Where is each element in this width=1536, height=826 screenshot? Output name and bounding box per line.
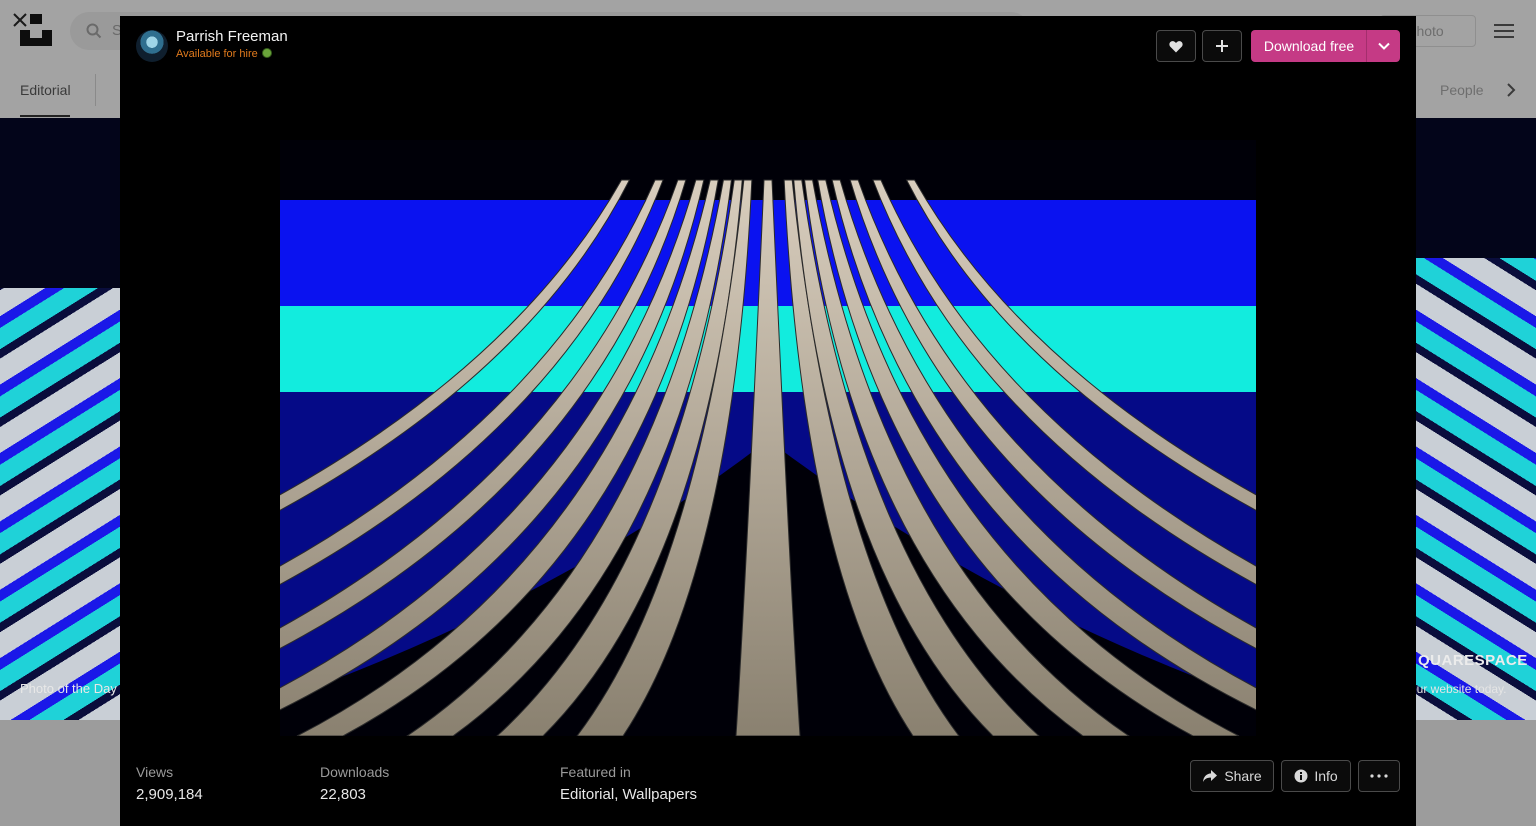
featured-list: Editorial, Wallpapers [560,786,697,803]
tab-divider [95,74,96,106]
plus-icon [1216,40,1228,52]
author-name[interactable]: Parrish Freeman [176,28,288,45]
photo-of-the-day-caption[interactable]: Photo of the Day [20,681,117,696]
download-options-button[interactable] [1366,30,1400,62]
sponsor-brand[interactable]: QUARESPACE [1418,652,1528,669]
hamburger-icon[interactable] [1494,24,1514,38]
hire-badge-icon [261,48,272,58]
featured-label: Featured in [560,764,631,780]
share-label: Share [1224,768,1262,784]
downloads-value: 22,803 [320,786,366,803]
hire-status[interactable]: Available for hire [176,48,272,60]
photo-artwork [280,140,1256,736]
chevron-down-icon [1377,42,1390,50]
info-label: Info [1314,768,1338,784]
more-actions-button[interactable] [1358,760,1400,792]
tab-editorial[interactable]: Editorial [20,82,71,98]
info-button[interactable]: Info [1281,760,1351,792]
share-icon [1203,770,1218,782]
share-button[interactable]: Share [1190,760,1274,792]
views-value: 2,909,184 [136,786,203,803]
heart-icon [1169,40,1183,52]
featured-link-wallpapers[interactable]: Wallpapers [623,786,697,803]
ellipsis-icon [1370,774,1388,778]
sponsor-tagline[interactable]: our website today. [1410,682,1507,696]
close-icon[interactable] [10,10,30,30]
hero-photo-right [1416,118,1536,720]
views-label: Views [136,764,174,780]
avatar[interactable] [136,30,168,62]
featured-separator: , [614,786,619,803]
chevron-right-icon[interactable] [1504,82,1518,98]
download-button[interactable]: Download free [1251,30,1367,62]
featured-link-editorial[interactable]: Editorial [560,786,614,803]
add-to-collection-button[interactable] [1202,30,1242,62]
active-tab-indicator [20,115,70,117]
hire-status-label: Available for hire [176,48,258,60]
tab-people[interactable]: People [1440,82,1484,98]
search-icon [86,23,102,39]
photo-modal: Parrish Freeman Available for hire Downl… [120,16,1416,826]
like-button[interactable] [1156,30,1196,62]
downloads-label: Downloads [320,764,390,780]
main-photo[interactable] [280,140,1256,736]
info-icon [1294,769,1308,783]
hero-photo-left [0,118,120,720]
